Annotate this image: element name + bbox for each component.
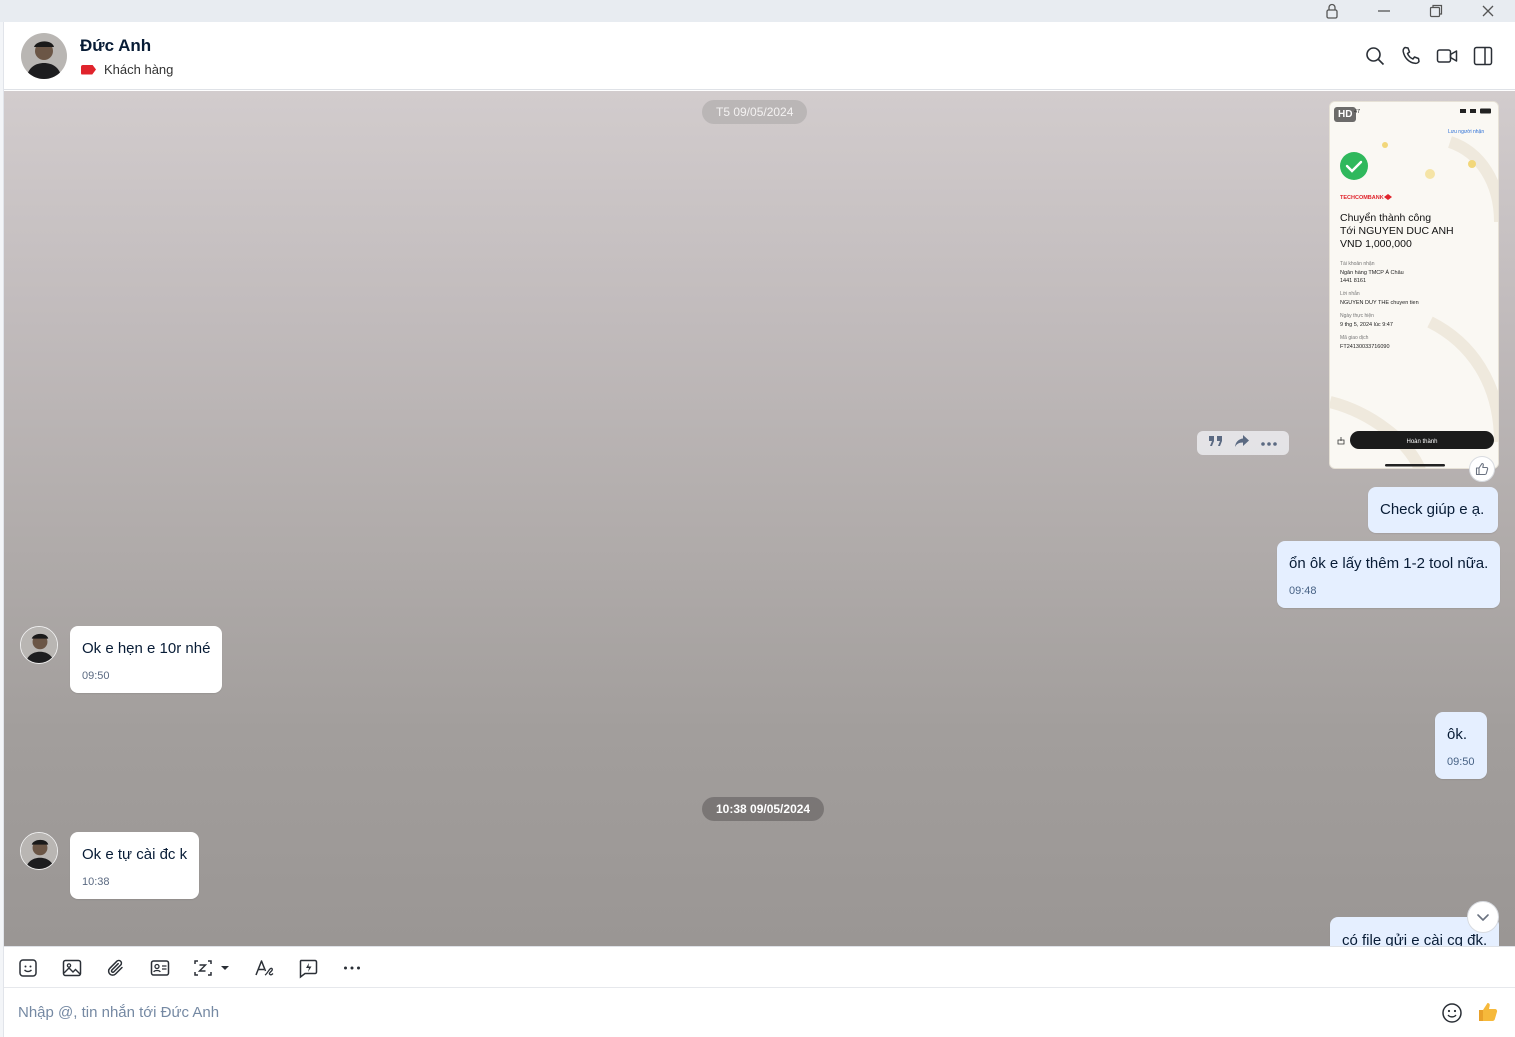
avatar[interactable] [20,626,58,664]
tag-label: Khách hàng [104,62,174,77]
receipt-date-value: 9 thg 5, 2024 lúc 9:47 [1340,322,1393,328]
react-like-button[interactable] [1469,456,1495,482]
chat-header: Đức Anh Khách hàng [4,22,1515,90]
image-icon[interactable] [60,956,84,980]
date-separator: T5 09/05/2024 [702,100,808,124]
attach-icon[interactable] [104,956,128,980]
message-text: ôk. [1447,726,1468,743]
message-text: Ok e tự cài đc k [82,846,188,863]
lock-icon[interactable] [1312,0,1352,22]
message-input[interactable] [4,988,1404,1037]
receipt-message-label: Lời nhắn [1340,290,1360,297]
more-options-icon[interactable] [1260,434,1278,452]
chevron-down-icon [1477,914,1489,921]
minimize-button[interactable] [1364,0,1404,22]
receipt-done-button: Hoàn thành [1406,439,1437,445]
receipt-account-number: 1441 8161 [1340,278,1366,284]
quote-icon[interactable] [1208,434,1224,452]
date-separator: 10:38 09/05/2024 [702,797,825,821]
restore-button[interactable] [1416,0,1456,22]
message-time: 09:50 [1447,756,1475,768]
receipt-date-label: Ngày thực hiện [1340,313,1374,319]
quick-message-icon[interactable] [296,956,320,980]
sticker-icon[interactable] [16,956,40,980]
like-icon [1475,462,1489,476]
contact-name[interactable]: Đức Anh [80,36,151,56]
message-text: ổn ôk e lấy thêm 1-2 tool nữa. [1289,555,1489,572]
contact-tag[interactable]: Khách hàng [81,62,173,77]
message-list[interactable]: T5 09/05/2024 TECHCOMBANK Chuyển thành c… [4,91,1515,946]
receipt-txn-value: FT24130033716090 [1340,344,1390,350]
minimize-icon [1378,10,1390,12]
quick-like-icon[interactable] [1476,1000,1500,1024]
message-bubble[interactable]: Check giúp e ạ. [1368,487,1499,533]
composer-toolbar [4,946,1515,988]
message-time: 10:38 [82,876,110,888]
video-icon[interactable] [1435,44,1459,68]
message-time: 09:48 [1289,585,1317,597]
receipt-save-link: Lưu người nhận [1448,129,1484,135]
message-time: 09:50 [82,670,110,682]
phone-icon[interactable] [1399,44,1423,68]
transfer-receipt-image: TECHCOMBANK Chuyển thành công Tới NGUYEN… [1330,102,1498,468]
forward-icon[interactable] [1234,434,1250,453]
message-bubble[interactable]: Ok e tự cài đc k 10:38 [70,832,200,899]
close-icon [1482,5,1494,17]
screenshot-icon[interactable] [192,956,236,980]
more-icon[interactable] [340,956,364,980]
image-message[interactable]: TECHCOMBANK Chuyển thành công Tới NGUYEN… [1329,101,1499,469]
receipt-account-bank: Ngân hàng TMCP Á Châu [1340,269,1404,276]
caret-down-icon [221,966,229,970]
receipt-title: Chuyển thành công [1340,212,1431,224]
bank-name: TECHCOMBANK [1340,195,1384,201]
receipt-account-label: Tài khoản nhận [1340,261,1375,267]
message-composer [4,988,1515,1037]
avatar[interactable] [21,33,67,79]
contact-card-icon[interactable] [148,956,172,980]
scroll-to-bottom-button[interactable] [1467,901,1499,933]
emoji-icon[interactable] [1440,1001,1464,1025]
receipt-recipient: Tới NGUYEN DUC ANH [1340,225,1454,237]
message-bubble[interactable]: ổn ôk e lấy thêm 1-2 tool nữa. 09:48 [1277,541,1501,608]
close-button[interactable] [1468,0,1508,22]
text-format-icon[interactable] [252,956,276,980]
restore-icon [1429,4,1443,18]
receipt-amount: VND 1,000,000 [1340,238,1412,250]
message-bubble[interactable]: Ok e hẹn e 10r nhé 09:50 [70,626,223,693]
tag-icon [81,64,96,75]
hd-badge: HD [1334,107,1357,122]
search-icon[interactable] [1363,44,1387,68]
message-bubble[interactable]: ôk. 09:50 [1435,712,1487,779]
message-actions [1197,431,1289,455]
avatar[interactable] [20,832,58,870]
window-titlebar [0,0,1515,22]
message-text: Check giúp e ạ. [1380,501,1485,518]
receipt-message-value: NGUYEN DUY THE chuyen tien [1340,300,1419,306]
message-text: Ok e hẹn e 10r nhé [82,640,211,657]
message-text: có file gửi e cài cg đk. [1342,932,1488,946]
receipt-txn-label: Mã giao dịch [1340,335,1369,341]
panel-toggle-icon[interactable] [1471,44,1495,68]
